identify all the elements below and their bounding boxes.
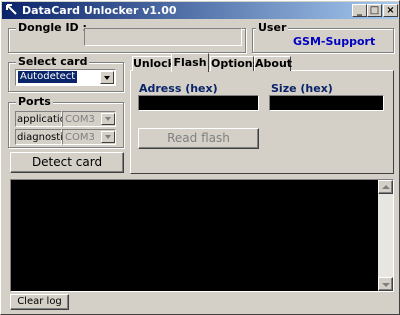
address-label: Adress (hex) — [139, 82, 218, 95]
tab-unlock[interactable]: Unlock — [132, 56, 175, 71]
scroll-up-button[interactable] — [378, 180, 393, 194]
application-port-value: COM3 — [65, 114, 95, 125]
size-label: Size (hex) — [271, 82, 333, 95]
user-label: User — [256, 21, 289, 34]
chevron-down-icon — [101, 131, 115, 143]
chevron-up-icon — [382, 185, 390, 189]
dongle-id-field — [84, 28, 242, 46]
diagnostic-port-select[interactable]: COM3 — [62, 129, 116, 145]
application-port-select[interactable]: COM3 — [62, 111, 116, 127]
address-input[interactable] — [138, 95, 259, 111]
dongle-label: Dongle ID : — [16, 21, 89, 34]
card-select-value: Autodetect — [18, 71, 78, 83]
size-input[interactable] — [269, 95, 384, 111]
diagonal-arrow-icon — [5, 3, 19, 17]
select-card-label: Select card — [16, 55, 90, 68]
card-select[interactable]: Autodetect — [15, 69, 116, 86]
title-bar[interactable]: DataCard Unlocker v1.00 _ □ × — [2, 2, 398, 19]
main-window: DataCard Unlocker v1.00 _ □ × Dongle ID … — [0, 0, 400, 315]
log-scrollbar[interactable] — [378, 180, 393, 291]
read-flash-button[interactable]: Read flash — [138, 128, 259, 149]
scroll-down-button[interactable] — [378, 277, 393, 291]
tab-flash[interactable]: Flash — [171, 53, 209, 72]
clear-log-button[interactable]: Clear log — [10, 294, 69, 310]
tab-about[interactable]: About — [254, 56, 292, 71]
diagnostic-port-value: COM3 — [65, 132, 95, 143]
maximize-button[interactable]: □ — [367, 4, 382, 17]
close-button[interactable]: × — [383, 4, 398, 17]
log-area[interactable] — [10, 179, 394, 292]
tab-options[interactable]: Options — [210, 56, 259, 71]
chevron-down-icon — [101, 113, 115, 125]
ports-label: Ports — [16, 95, 53, 108]
application-label-box: application — [15, 111, 72, 127]
diagnostic-label: diagnostic — [17, 132, 69, 143]
user-value: GSM-Support — [293, 35, 376, 48]
chevron-down-icon — [382, 283, 390, 287]
chevron-down-icon[interactable] — [100, 71, 114, 84]
detect-card-button[interactable]: Detect card — [10, 152, 124, 173]
window-title: DataCard Unlocker v1.00 — [22, 4, 177, 17]
minimize-button[interactable]: _ — [352, 4, 367, 17]
diagnostic-label-box: diagnostic — [15, 129, 68, 145]
